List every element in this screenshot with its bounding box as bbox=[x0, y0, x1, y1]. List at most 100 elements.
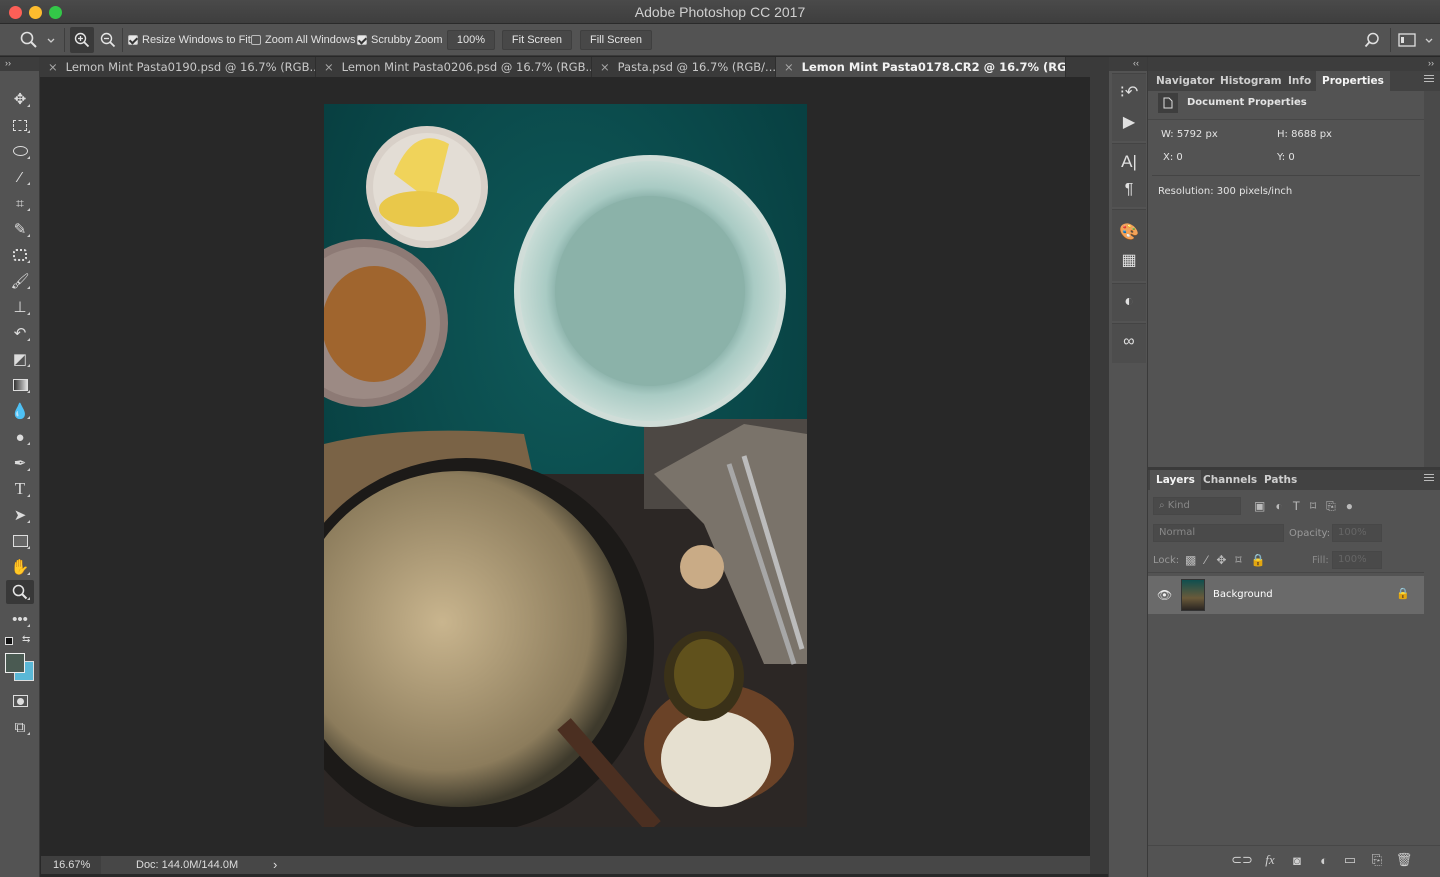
fit-screen-button[interactable]: Fit Screen bbox=[502, 30, 572, 50]
layer-filter-kind[interactable]: ⌕ Kind bbox=[1153, 497, 1241, 515]
move-tool[interactable]: ✥ bbox=[6, 87, 34, 111]
smart-object-filter-icon[interactable]: ⎘ bbox=[1326, 499, 1336, 514]
pen-tool[interactable]: ✒ bbox=[6, 451, 34, 475]
lock-position-icon[interactable]: ✥ bbox=[1216, 553, 1226, 567]
search-button[interactable] bbox=[1364, 24, 1380, 56]
layer-row[interactable]: 👁 Background 🔒 bbox=[1148, 576, 1424, 614]
expand-panels-button[interactable]: ›› bbox=[1148, 57, 1440, 71]
properties-panel-tabs: Navigator Histogram Info Properties bbox=[1148, 71, 1440, 91]
magic-wand-tool[interactable]: ⁄ bbox=[6, 165, 34, 189]
adjustment-layer-button[interactable]: ◐ bbox=[1315, 851, 1333, 869]
zoom-level-field[interactable]: 16.67% bbox=[41, 856, 101, 874]
collapse-tools-button[interactable]: ›› bbox=[0, 57, 39, 71]
vertical-scrollbar[interactable] bbox=[1090, 77, 1108, 874]
lock-transparent-icon[interactable]: ▩ bbox=[1185, 553, 1196, 567]
actions-panel-button[interactable]: ▶ bbox=[1117, 110, 1141, 134]
screen-mode-button[interactable]: ⧉ bbox=[6, 715, 34, 739]
new-layer-button[interactable]: ⎘ bbox=[1368, 851, 1386, 869]
history-brush-tool[interactable]: ↶ bbox=[6, 321, 34, 345]
color-panel-button[interactable]: 🎨 bbox=[1117, 220, 1141, 244]
link-layers-button[interactable]: ⊂⊃ bbox=[1231, 851, 1253, 869]
gradient-tool[interactable] bbox=[6, 373, 34, 397]
document-canvas[interactable] bbox=[41, 77, 1090, 856]
tab-paths[interactable]: Paths bbox=[1258, 470, 1303, 490]
blur-tool[interactable]: 💧 bbox=[6, 399, 34, 423]
tab-info[interactable]: Info bbox=[1282, 71, 1317, 91]
history-panel-button[interactable]: ⁝↶ bbox=[1117, 80, 1141, 104]
tab-properties[interactable]: Properties bbox=[1316, 71, 1390, 91]
foreground-color-swatch[interactable] bbox=[5, 653, 25, 673]
zoom-out-button[interactable] bbox=[100, 24, 116, 56]
add-mask-button[interactable]: ◙ bbox=[1288, 851, 1306, 869]
chevron-down-icon bbox=[1425, 38, 1433, 43]
zoom-in-button[interactable] bbox=[70, 27, 94, 53]
zoom-all-windows-checkbox[interactable]: Zoom All Windows bbox=[251, 24, 355, 56]
mask-icon: ◙ bbox=[1293, 852, 1301, 868]
eraser-tool[interactable]: ◩ bbox=[6, 347, 34, 371]
close-tab-icon[interactable]: × bbox=[48, 60, 58, 74]
fill-input[interactable]: 100% bbox=[1332, 551, 1382, 569]
marquee-tool[interactable] bbox=[6, 113, 34, 137]
libraries-panel-button[interactable]: ∞ bbox=[1117, 330, 1141, 354]
workspace-switcher[interactable] bbox=[1398, 24, 1434, 56]
close-tab-icon[interactable]: × bbox=[324, 60, 334, 74]
scrubby-zoom-checkbox[interactable]: Scrubby Zoom bbox=[357, 24, 443, 56]
panel-menu-icon[interactable] bbox=[1424, 75, 1434, 84]
close-tab-icon[interactable]: × bbox=[784, 60, 794, 74]
lock-pixels-icon[interactable]: ⁄ bbox=[1205, 553, 1207, 567]
resize-windows-checkbox[interactable]: Resize Windows to Fit bbox=[128, 24, 251, 56]
collapse-dock-button[interactable]: ‹‹ bbox=[1109, 57, 1147, 71]
default-colors-icon[interactable] bbox=[5, 637, 13, 645]
tab-layers[interactable]: Layers bbox=[1150, 470, 1201, 490]
brush-tool[interactable]: 🖌 bbox=[6, 269, 34, 293]
properties-scrollbar[interactable] bbox=[1424, 91, 1440, 467]
lock-all-icon[interactable]: 🔒 bbox=[1251, 553, 1266, 567]
screen-mode-icon: ⧉ bbox=[14, 718, 26, 736]
adjustment-filter-icon[interactable]: ◐ bbox=[1275, 499, 1282, 514]
swatches-panel-button[interactable]: ▦ bbox=[1117, 248, 1141, 272]
close-tab-icon[interactable]: × bbox=[600, 60, 610, 74]
tab-channels[interactable]: Channels bbox=[1197, 470, 1263, 490]
tab-histogram[interactable]: Histogram bbox=[1214, 71, 1288, 91]
character-panel-button[interactable]: A| bbox=[1117, 150, 1141, 174]
document-tab[interactable]: × Lemon Mint Pasta0190.psd @ 16.7% (RGB..… bbox=[40, 57, 316, 77]
panel-menu-icon[interactable] bbox=[1424, 474, 1434, 483]
lasso-tool[interactable] bbox=[6, 139, 34, 163]
dodge-tool[interactable]: ● bbox=[6, 425, 34, 449]
tool-preset-picker[interactable] bbox=[20, 24, 56, 56]
new-group-button[interactable]: ▭ bbox=[1341, 851, 1359, 869]
paragraph-panel-button[interactable]: ¶ bbox=[1117, 178, 1141, 202]
document-image[interactable] bbox=[324, 104, 807, 827]
healing-brush-tool[interactable] bbox=[6, 243, 34, 267]
adjustments-panel-button[interactable]: ◐ bbox=[1117, 290, 1141, 314]
rectangle-tool[interactable] bbox=[6, 529, 34, 553]
pixel-filter-icon[interactable]: ▣ bbox=[1254, 499, 1265, 514]
delete-layer-button[interactable]: 🗑 bbox=[1395, 851, 1413, 869]
zoom-tool[interactable] bbox=[6, 580, 34, 604]
opacity-input[interactable]: 100% bbox=[1332, 524, 1382, 542]
blend-mode-select[interactable]: Normal bbox=[1153, 524, 1284, 542]
lock-artboard-icon[interactable]: ⌑ bbox=[1235, 553, 1241, 567]
type-tool[interactable]: T bbox=[6, 477, 34, 501]
link-icon: ⊂⊃ bbox=[1231, 852, 1253, 867]
document-tab[interactable]: × Pasta.psd @ 16.7% (RGB/... bbox=[592, 57, 776, 77]
path-selection-tool[interactable]: ➤ bbox=[6, 503, 34, 527]
layer-style-button[interactable]: fx bbox=[1261, 851, 1279, 869]
filter-toggle-icon[interactable]: ● bbox=[1346, 499, 1353, 514]
edit-toolbar-button[interactable]: ••• bbox=[6, 607, 34, 631]
tab-navigator[interactable]: Navigator bbox=[1150, 71, 1220, 91]
type-filter-icon[interactable]: T bbox=[1293, 499, 1300, 514]
swap-colors-icon[interactable]: ⇆ bbox=[22, 634, 30, 645]
quick-mask-button[interactable] bbox=[6, 689, 34, 713]
fill-screen-button[interactable]: Fill Screen bbox=[580, 30, 652, 50]
eye-icon[interactable]: 👁 bbox=[1157, 588, 1172, 602]
crop-tool[interactable]: ⌗ bbox=[6, 191, 34, 215]
eyedropper-tool[interactable]: ✎ bbox=[6, 217, 34, 241]
document-tab[interactable]: × Lemon Mint Pasta0206.psd @ 16.7% (RGB..… bbox=[316, 57, 592, 77]
shape-filter-icon[interactable]: ⌑ bbox=[1310, 499, 1316, 514]
clone-stamp-tool[interactable]: ⊥ bbox=[6, 295, 34, 319]
hand-tool[interactable]: ✋ bbox=[6, 555, 34, 579]
zoom-100-button[interactable]: 100% bbox=[447, 30, 495, 50]
document-tab-active[interactable]: ×Lemon Mint Pasta0178.CR2 @ 16.7% (RGB/8… bbox=[776, 57, 1066, 77]
status-menu-arrow[interactable]: › bbox=[273, 856, 277, 874]
